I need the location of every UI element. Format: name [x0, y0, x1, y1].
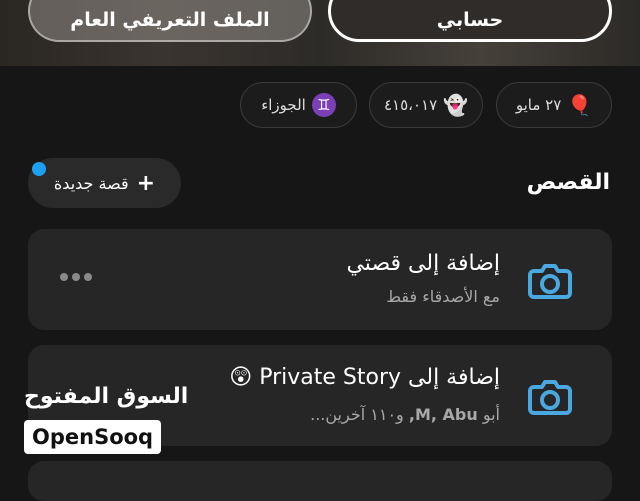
- my-story-title: إضافة إلى قصتي: [346, 251, 500, 276]
- new-story-button[interactable]: + قصة جديدة: [28, 158, 181, 208]
- more-options-icon[interactable]: [60, 273, 92, 281]
- snap-score-chip[interactable]: 👻 ٤١٥،٠١٧: [369, 82, 483, 128]
- zodiac-chip[interactable]: ♊ الجوزاء: [240, 82, 357, 128]
- notification-dot: [32, 162, 46, 176]
- gemini-icon: ♊: [311, 93, 336, 117]
- public-profile-button[interactable]: الملف التعريفي العام: [28, 0, 312, 42]
- camera-icon[interactable]: [520, 249, 580, 309]
- plus-icon: +: [136, 170, 156, 196]
- birthday-label: ٢٧ مايو: [515, 96, 562, 114]
- camera-icon[interactable]: [520, 365, 580, 425]
- birthday-chip[interactable]: 🎈 ٢٧ مايو: [496, 82, 612, 128]
- ghost-icon: 👻: [443, 93, 469, 117]
- balloon-icon: 🎈: [567, 93, 593, 117]
- new-story-label: قصة جديدة: [53, 173, 129, 193]
- private-story-subtitle: أبو M, Abu, و١١٠ آخرين...: [310, 405, 500, 424]
- snap-score-label: ٤١٥،٠١٧: [383, 96, 438, 114]
- my-story-card[interactable]: إضافة إلى قصتي مع الأصدقاء فقط: [28, 229, 612, 330]
- watermark-logo: OpenSooq: [24, 420, 162, 454]
- subtitle-prefix: أبو: [482, 405, 500, 424]
- next-story-card[interactable]: [28, 461, 612, 501]
- my-account-button[interactable]: حسابي: [328, 0, 612, 42]
- private-story-title: إضافة إلى Private Story 😲: [229, 365, 500, 390]
- watermark-arabic: السوق المفتوح: [24, 384, 189, 409]
- subtitle-suffix: و١١٠ آخرين...: [310, 405, 404, 424]
- subtitle-names: M, Abu,: [408, 405, 478, 424]
- stories-section-title: القصص: [526, 170, 610, 195]
- my-story-subtitle: مع الأصدقاء فقط: [386, 287, 500, 306]
- zodiac-label: الجوزاء: [261, 96, 306, 114]
